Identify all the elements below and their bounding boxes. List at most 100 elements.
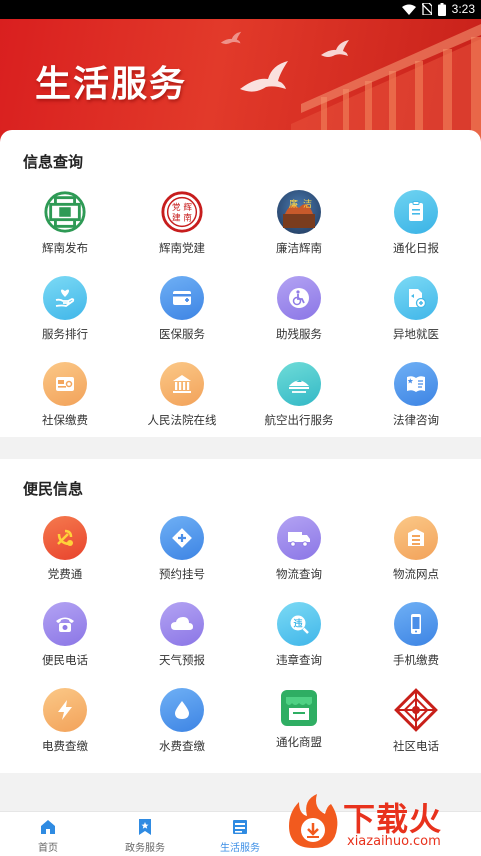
- item-label: 通化日报: [393, 241, 439, 255]
- service-huinan-release[interactable]: 辉南发布: [5, 190, 125, 270]
- service-appointment[interactable]: 预约挂号: [122, 516, 242, 596]
- item-label: 便民电话: [42, 653, 88, 667]
- clipboard-icon: [394, 190, 438, 234]
- tab-label: 政务服务: [125, 843, 165, 854]
- huinan-release-logo: [43, 190, 87, 234]
- section-info-query: 信息查询 辉南发布 党 辉建 南 辉南党建 廉洁 廉洁辉南 通化日报 服务排行: [0, 130, 481, 437]
- water-drop-icon: [160, 688, 204, 732]
- item-label: 航空出行服务: [264, 413, 334, 427]
- item-label: 社保缴费: [42, 413, 88, 427]
- item-label: 水费查缴: [159, 739, 205, 753]
- service-water-bill[interactable]: 水费查缴: [122, 688, 242, 768]
- service-social-security[interactable]: 社保缴费: [5, 362, 125, 442]
- mobile-phone-icon: [394, 602, 438, 646]
- service-violation-query[interactable]: 违 违章查询: [239, 602, 359, 682]
- service-legal-consult[interactable]: 法律咨询: [356, 362, 476, 442]
- watermark-url: xiazaihuo.com: [347, 834, 441, 849]
- wifi-icon: [401, 4, 416, 15]
- dove-faint-icon: [220, 31, 242, 45]
- status-bar: 3:23: [0, 0, 481, 19]
- lightning-icon: [43, 688, 87, 732]
- svg-text:党 辉: 党 辉: [172, 201, 192, 213]
- svg-text:廉: 廉: [289, 198, 298, 210]
- item-label: 通化商盟: [276, 735, 322, 749]
- item-label: 违章查询: [276, 653, 322, 667]
- status-time: 3:23: [451, 2, 475, 16]
- item-label: 电费查缴: [42, 739, 88, 753]
- service-integrity-huinan[interactable]: 廉洁 廉洁辉南: [239, 190, 359, 270]
- tab-life-services[interactable]: 生活服务: [195, 818, 285, 854]
- service-air-travel[interactable]: 航空出行服务: [239, 362, 359, 442]
- community-knot-icon: [394, 688, 438, 732]
- tab-government-services[interactable]: 政务服务: [100, 818, 190, 854]
- service-medical-insurance[interactable]: 医保服务: [122, 276, 242, 356]
- cloud-icon: [160, 602, 204, 646]
- social-security-card-icon: [43, 362, 87, 406]
- medical-cross-icon: [160, 516, 204, 560]
- service-business-alliance[interactable]: 通化商盟: [239, 688, 359, 768]
- service-logistics-query[interactable]: 物流查询: [239, 516, 359, 596]
- tab-label: 首页: [38, 843, 58, 854]
- violation-search-icon: 违: [277, 602, 321, 646]
- item-label: 廉洁辉南: [276, 241, 322, 255]
- svg-text:建 南: 建 南: [172, 212, 192, 224]
- party-building-seal: 党 辉建 南: [160, 190, 204, 234]
- item-label: 天气预报: [159, 653, 205, 667]
- service-disability-assist[interactable]: 助残服务: [239, 276, 359, 356]
- service-electricity-bill[interactable]: 电费查缴: [5, 688, 125, 768]
- tab-home[interactable]: 首页: [3, 818, 93, 854]
- party-emblem-icon: [43, 516, 87, 560]
- section-convenience: 便民信息 党费通 预约挂号 物流查询 物流网点 便民电话 天气预报 违 违章查询…: [0, 459, 481, 773]
- battery-icon: [437, 2, 446, 16]
- life-service-icon: [233, 820, 247, 834]
- service-ranking[interactable]: 服务排行: [5, 276, 125, 356]
- item-label: 预约挂号: [159, 567, 205, 581]
- truck-icon: [277, 516, 321, 560]
- watermark: 下载火 xiazaihuo.com: [281, 788, 481, 856]
- service-court-online[interactable]: 人民法院在线: [122, 362, 242, 442]
- telephone-icon: [43, 602, 87, 646]
- no-sim-icon: [421, 3, 432, 15]
- wheelchair-icon: [277, 276, 321, 320]
- medical-card-icon: [160, 276, 204, 320]
- service-party-fee[interactable]: 党费通: [5, 516, 125, 596]
- great-hall-illustration: [291, 24, 481, 144]
- section-title: 便民信息: [23, 480, 84, 498]
- tab-label: 生活服务: [220, 843, 260, 854]
- item-label: 服务排行: [42, 327, 88, 341]
- shop-awning-icon: [281, 690, 317, 726]
- service-logistics-outlets[interactable]: 物流网点: [356, 516, 476, 596]
- item-label: 医保服务: [159, 327, 205, 341]
- section-title: 信息查询: [23, 153, 84, 171]
- svg-text:违: 违: [293, 618, 302, 630]
- flame-logo-icon: [289, 794, 338, 848]
- court-building-icon: [160, 362, 204, 406]
- item-label: 物流网点: [393, 567, 439, 581]
- medical-transfer-icon: [394, 276, 438, 320]
- banner: 生活服务: [0, 19, 481, 144]
- home-icon: [41, 820, 55, 834]
- store-icon: [394, 516, 438, 560]
- dove-icon: [240, 61, 288, 92]
- hand-heart-icon: [43, 276, 87, 320]
- service-hotline[interactable]: 便民电话: [5, 602, 125, 682]
- service-remote-medical[interactable]: 异地就医: [356, 276, 476, 356]
- service-weather[interactable]: 天气预报: [122, 602, 242, 682]
- item-label: 辉南党建: [159, 241, 205, 255]
- law-book-icon: [394, 362, 438, 406]
- item-label: 手机缴费: [393, 653, 439, 667]
- item-label: 辉南发布: [42, 241, 88, 255]
- dove-small-icon: [321, 40, 349, 57]
- integrity-huinan-logo: 廉洁: [277, 190, 321, 234]
- item-label: 党费通: [47, 567, 83, 581]
- service-party-building[interactable]: 党 辉建 南 辉南党建: [122, 190, 242, 270]
- item-label: 异地就医: [393, 327, 439, 341]
- service-tonghua-daily[interactable]: 通化日报: [356, 190, 476, 270]
- item-label: 人民法院在线: [147, 413, 217, 427]
- item-label: 社区电话: [393, 739, 439, 753]
- banner-title: 生活服务: [35, 64, 188, 105]
- item-label: 助残服务: [276, 327, 322, 341]
- service-phone-recharge[interactable]: 手机缴费: [356, 602, 476, 682]
- item-label: 物流查询: [276, 567, 322, 581]
- service-community-phone[interactable]: 社区电话: [356, 688, 476, 768]
